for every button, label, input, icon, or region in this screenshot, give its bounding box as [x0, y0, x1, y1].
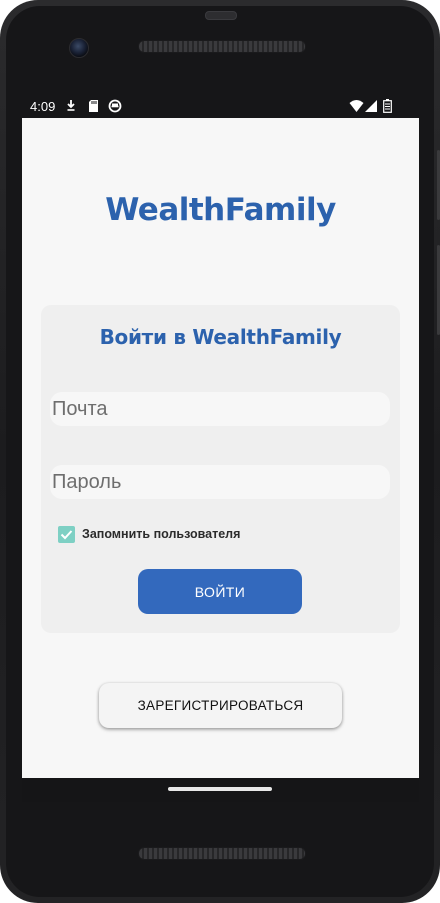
- remember-user-label: Запомнить пользователя: [82, 527, 241, 541]
- register-button[interactable]: ЗАРЕГИСТРИРОВАТЬСЯ: [99, 683, 342, 728]
- login-card: Войти в WealthFamily Запомнить пользоват…: [41, 305, 400, 633]
- download-icon: [67, 100, 75, 111]
- bottom-speaker: [138, 847, 306, 860]
- email-field[interactable]: [50, 392, 390, 426]
- navigation-bar: [22, 778, 419, 802]
- status-time: 4:09: [30, 99, 56, 114]
- password-field[interactable]: [50, 465, 390, 499]
- login-card-title: Войти в WealthFamily: [99, 325, 342, 349]
- app-title: WealthFamily: [105, 192, 336, 228]
- home-gesture-handle[interactable]: [168, 787, 272, 791]
- front-camera: [69, 38, 89, 58]
- sensor-slot: [205, 11, 237, 20]
- status-bar: 4:09: [22, 96, 419, 118]
- sync-icon: [108, 99, 122, 113]
- app-screen: WealthFamily Войти в WealthFamily Запомн…: [22, 118, 419, 778]
- wifi-icon: [349, 100, 364, 112]
- login-button[interactable]: ВОЙТИ: [138, 569, 302, 614]
- earpiece-speaker: [138, 40, 306, 53]
- checkmark-icon: [60, 529, 73, 539]
- signal-icon: [365, 100, 377, 112]
- remember-user-checkbox[interactable]: [58, 525, 75, 543]
- sd-card-icon: [89, 100, 98, 112]
- remember-user-row[interactable]: Запомнить пользователя: [58, 525, 240, 543]
- battery-icon: [383, 99, 392, 113]
